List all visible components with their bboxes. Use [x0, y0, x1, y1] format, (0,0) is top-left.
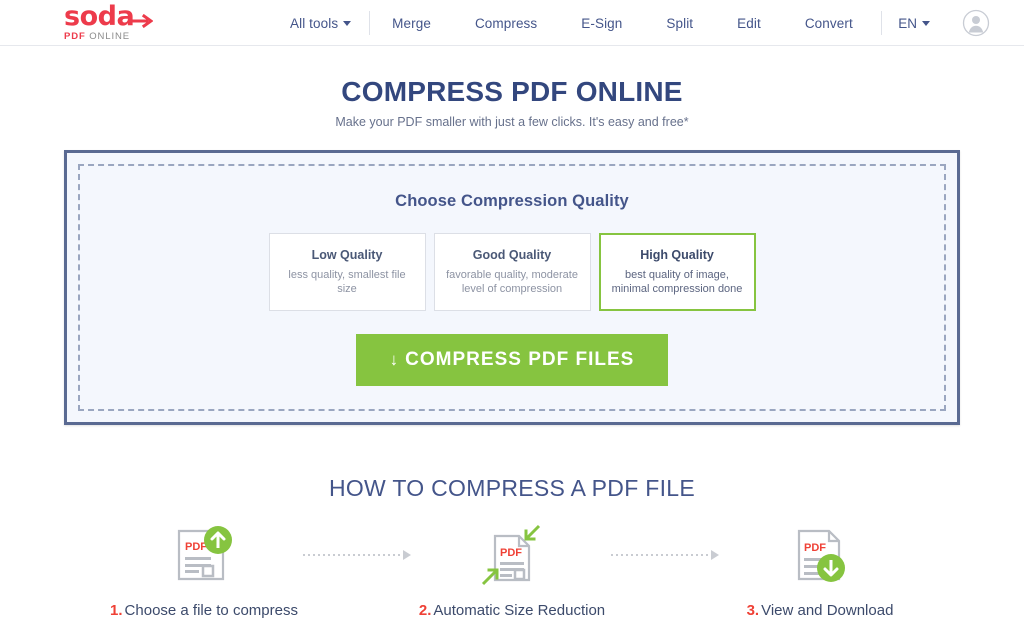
compress-pdf-files-button[interactable]: ↓ COMPRESS PDF FILES	[355, 334, 669, 386]
step-2-number: 2.	[418, 602, 432, 619]
step-2-label: 2. Automatic Size Reduction	[419, 602, 605, 619]
file-dropzone[interactable]: Choose Compression Quality Low Quality l…	[64, 150, 960, 425]
step-2-text: Automatic Size Reduction	[433, 602, 606, 619]
logo-subtitle-online: ONLINE	[85, 31, 131, 42]
language-selector[interactable]: EN	[882, 16, 946, 31]
quality-option-high-description: best quality of image, minimal compressi…	[611, 269, 743, 295]
header-right-controls: EN	[881, 0, 994, 46]
step-3-icon-wrap: PDF	[789, 524, 851, 586]
pdf-download-icon: PDF	[797, 529, 845, 582]
chevron-down-icon	[922, 20, 930, 26]
page-subtitle: Make your PDF smaller with just a few cl…	[335, 115, 689, 129]
step-3-number: 3.	[746, 602, 760, 619]
svg-text:PDF: PDF	[185, 541, 207, 553]
hero-section: COMPRESS PDF ONLINE Make your PDF smalle…	[0, 46, 1024, 130]
step-1-text: Choose a file to compress	[124, 602, 298, 619]
compress-pdf-files-button-label: COMPRESS PDF FILES	[405, 349, 635, 370]
logo-subtitle: PDF ONLINE	[64, 32, 172, 42]
quality-option-high[interactable]: High Quality best quality of image, mini…	[598, 233, 756, 311]
how-to-section: HOW TO COMPRESS A PDF FILE PDF 1. Choose…	[0, 475, 1024, 619]
dropzone-inner: Choose Compression Quality Low Quality l…	[78, 164, 946, 411]
step-3-text: View and Download	[761, 602, 894, 619]
logo-arrow-icon	[131, 14, 153, 28]
user-avatar-icon[interactable]	[962, 9, 990, 37]
site-header: soda PDF ONLINE All tools Merge Compress…	[0, 0, 1024, 46]
logo-subtitle-pdf: PDF	[64, 31, 86, 42]
quality-option-low[interactable]: Low Quality less quality, smallest file …	[268, 233, 426, 311]
nav-item-split[interactable]: Split	[644, 16, 715, 31]
svg-text:PDF: PDF	[500, 547, 522, 559]
nav-item-merge[interactable]: Merge	[370, 16, 453, 31]
pdf-compress-icon: PDF	[481, 524, 541, 586]
main-navigation: All tools Merge Compress E-Sign Split Ed…	[280, 0, 875, 46]
quality-options-group: Low Quality less quality, smallest file …	[268, 233, 756, 311]
svg-text:PDF: PDF	[804, 542, 826, 554]
how-to-steps: PDF 1. Choose a file to compress PDF 2. …	[0, 524, 1024, 619]
nav-item-all-tools-label: All tools	[290, 15, 339, 31]
nav-item-all-tools[interactable]: All tools	[280, 16, 369, 31]
choose-quality-title: Choose Compression Quality	[395, 192, 629, 210]
site-logo[interactable]: soda PDF ONLINE	[64, 1, 172, 42]
quality-option-good-name: Good Quality	[472, 248, 552, 262]
quality-option-low-name: Low Quality	[311, 248, 383, 262]
how-to-step-3: PDF 3. View and Download	[676, 524, 964, 619]
nav-item-edit[interactable]: Edit	[715, 16, 783, 31]
how-to-heading: HOW TO COMPRESS A PDF FILE	[328, 475, 696, 501]
step-3-label: 3. View and Download	[747, 602, 894, 619]
page-title: COMPRESS PDF ONLINE	[341, 76, 683, 107]
logo-wordmark: soda	[64, 1, 135, 32]
nav-item-convert[interactable]: Convert	[783, 16, 875, 31]
quality-option-good[interactable]: Good Quality favorable quality, moderate…	[433, 233, 591, 311]
nav-item-e-sign[interactable]: E-Sign	[559, 16, 644, 31]
quality-option-good-description: favorable quality, moderate level of com…	[446, 269, 578, 295]
step-2-icon-wrap: PDF	[481, 524, 543, 586]
step-1-number: 1.	[110, 602, 123, 619]
quality-option-low-description: less quality, smallest file size	[288, 269, 406, 295]
language-selector-label: EN	[898, 15, 917, 31]
nav-item-compress[interactable]: Compress	[453, 16, 559, 31]
download-arrow-icon: ↓	[389, 350, 400, 369]
pdf-upload-icon: PDF	[177, 526, 232, 581]
quality-option-high-name: High Quality	[640, 248, 714, 262]
step-1-icon-wrap: PDF	[173, 524, 235, 586]
step-1-label: 1. Choose a file to compress	[110, 602, 298, 619]
chevron-down-icon	[343, 20, 352, 26]
